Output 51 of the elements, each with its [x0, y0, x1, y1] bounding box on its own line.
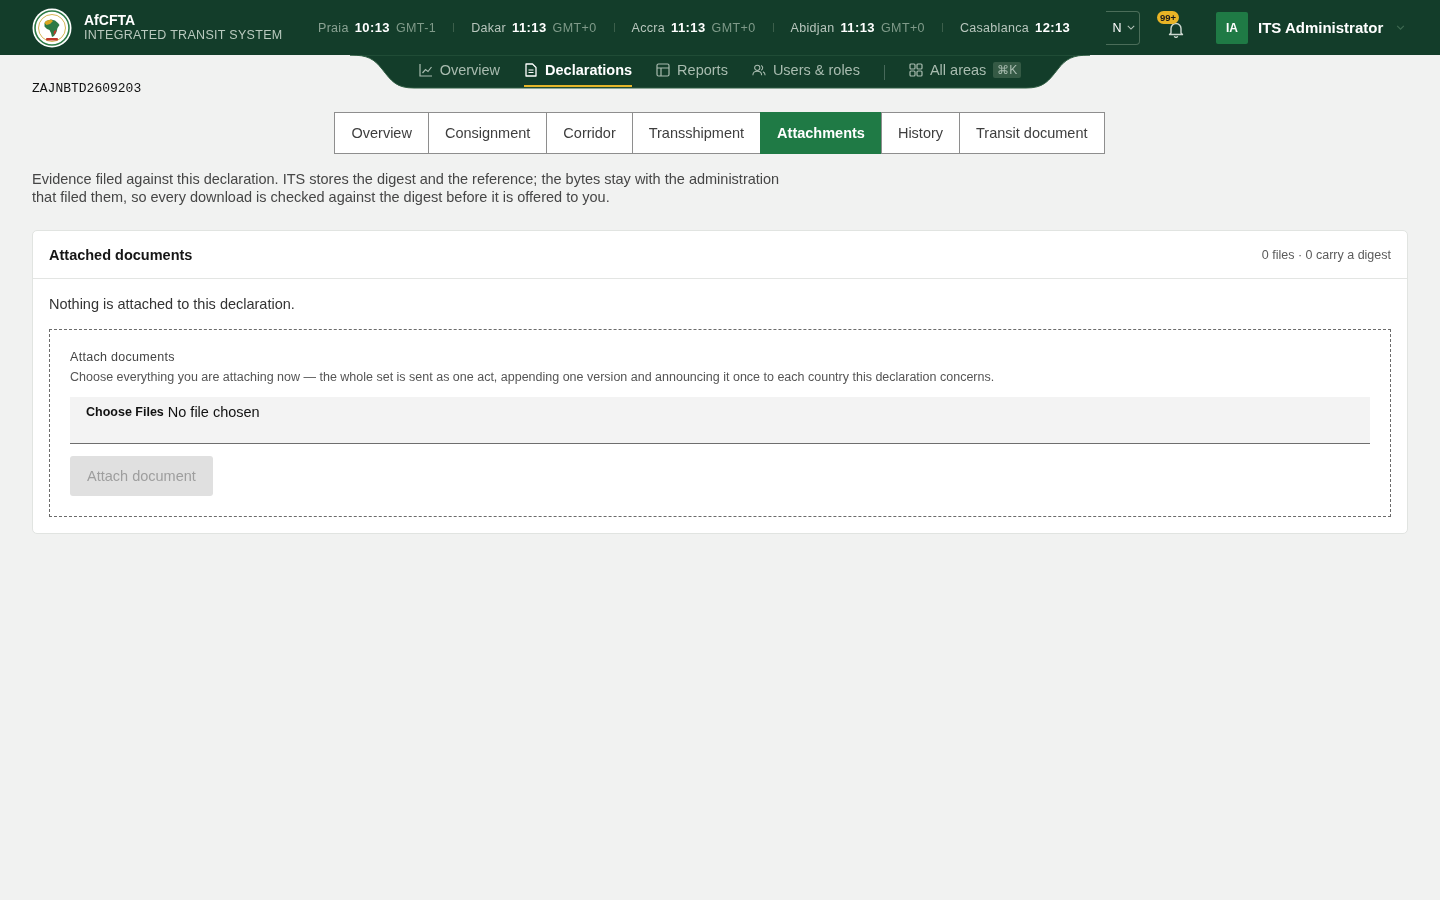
table-icon [656, 63, 671, 77]
document-icon [524, 63, 539, 77]
users-icon [751, 63, 766, 77]
clock-city: Praia [318, 21, 349, 35]
clock-time: 11:13 [512, 20, 547, 35]
clock-zone: GMT+0 [880, 21, 925, 35]
user-name[interactable]: ITS Administrator [1258, 19, 1384, 36]
grid-icon [908, 63, 923, 77]
section-tab[interactable]: Overview [334, 112, 429, 154]
clock-city: Casablanca [960, 21, 1029, 35]
choose-files-button[interactable]: Choose Files [86, 403, 164, 421]
clock-zone: GMT-1 [395, 21, 437, 35]
all-areas-link[interactable]: All areas ⌘K [908, 58, 1022, 87]
description-text: Evidence filed against this declaration. ITS stores the digest and the reference; the bytes stay with the administration that filed them, so every download is checked against the digest before it is offered to you. [32, 170, 781, 206]
field-label: Attach documents [70, 350, 175, 365]
logo-icon [32, 7, 72, 48]
brand-name: AfCFTA [84, 12, 137, 28]
empty-message: Nothing is attached to this declaration. [49, 295, 296, 313]
section-tab[interactable]: Transit document [959, 112, 1105, 154]
clock-time: 10:13 [354, 20, 390, 35]
section-tab[interactable]: Transshipment [631, 112, 762, 154]
shortcut-badge: ⌘K [993, 62, 1022, 78]
section-tab[interactable]: Attachments [760, 112, 882, 154]
section-tab[interactable]: History [880, 112, 961, 154]
chevron-down-icon [1126, 25, 1135, 30]
clock-time: 12:13 [1035, 20, 1071, 35]
clock-time: 11:13 [840, 20, 875, 35]
nav-tab[interactable]: Declarations [524, 58, 633, 87]
clock-time: 11:13 [671, 20, 706, 35]
bell-icon[interactable] [1168, 21, 1184, 38]
card-title: Attached documents [49, 246, 193, 263]
clock-city: Dakar [471, 21, 506, 35]
nav-tab[interactable]: Overview [418, 58, 501, 87]
help-text: Choose everything you are attaching now — the whole set is sent as one act, appending one version and announcing it once to each country this declaration concerns. [70, 370, 995, 385]
file-status-text: No file chosen [167, 403, 260, 421]
declaration-reference: ZAJNBTD2609203 [32, 81, 142, 96]
nav-tab[interactable]: Users & roles [751, 58, 860, 87]
language-select[interactable]: N [1106, 10, 1140, 45]
clock-zone: GMT+0 [552, 21, 597, 35]
clock-city: Accra [631, 21, 665, 35]
clock-city: Abidjan [790, 21, 835, 35]
attachment-summary: 0 files · 0 carry a digest [1261, 247, 1391, 262]
section-tab[interactable]: Consignment [427, 112, 548, 154]
section-tab[interactable]: Corridor [546, 112, 633, 154]
chart-icon [418, 63, 433, 77]
clock-zone: GMT+0 [711, 21, 756, 35]
user-avatar[interactable]: IA [1216, 11, 1248, 44]
notification-badge: 99+ [1157, 11, 1180, 24]
nav-tab[interactable]: Reports [656, 58, 728, 87]
file-input-field[interactable]: Choose Files No file chosen [70, 397, 1370, 444]
brand-subtitle: INTEGRATED TRANSIT SYSTEM [84, 27, 283, 43]
